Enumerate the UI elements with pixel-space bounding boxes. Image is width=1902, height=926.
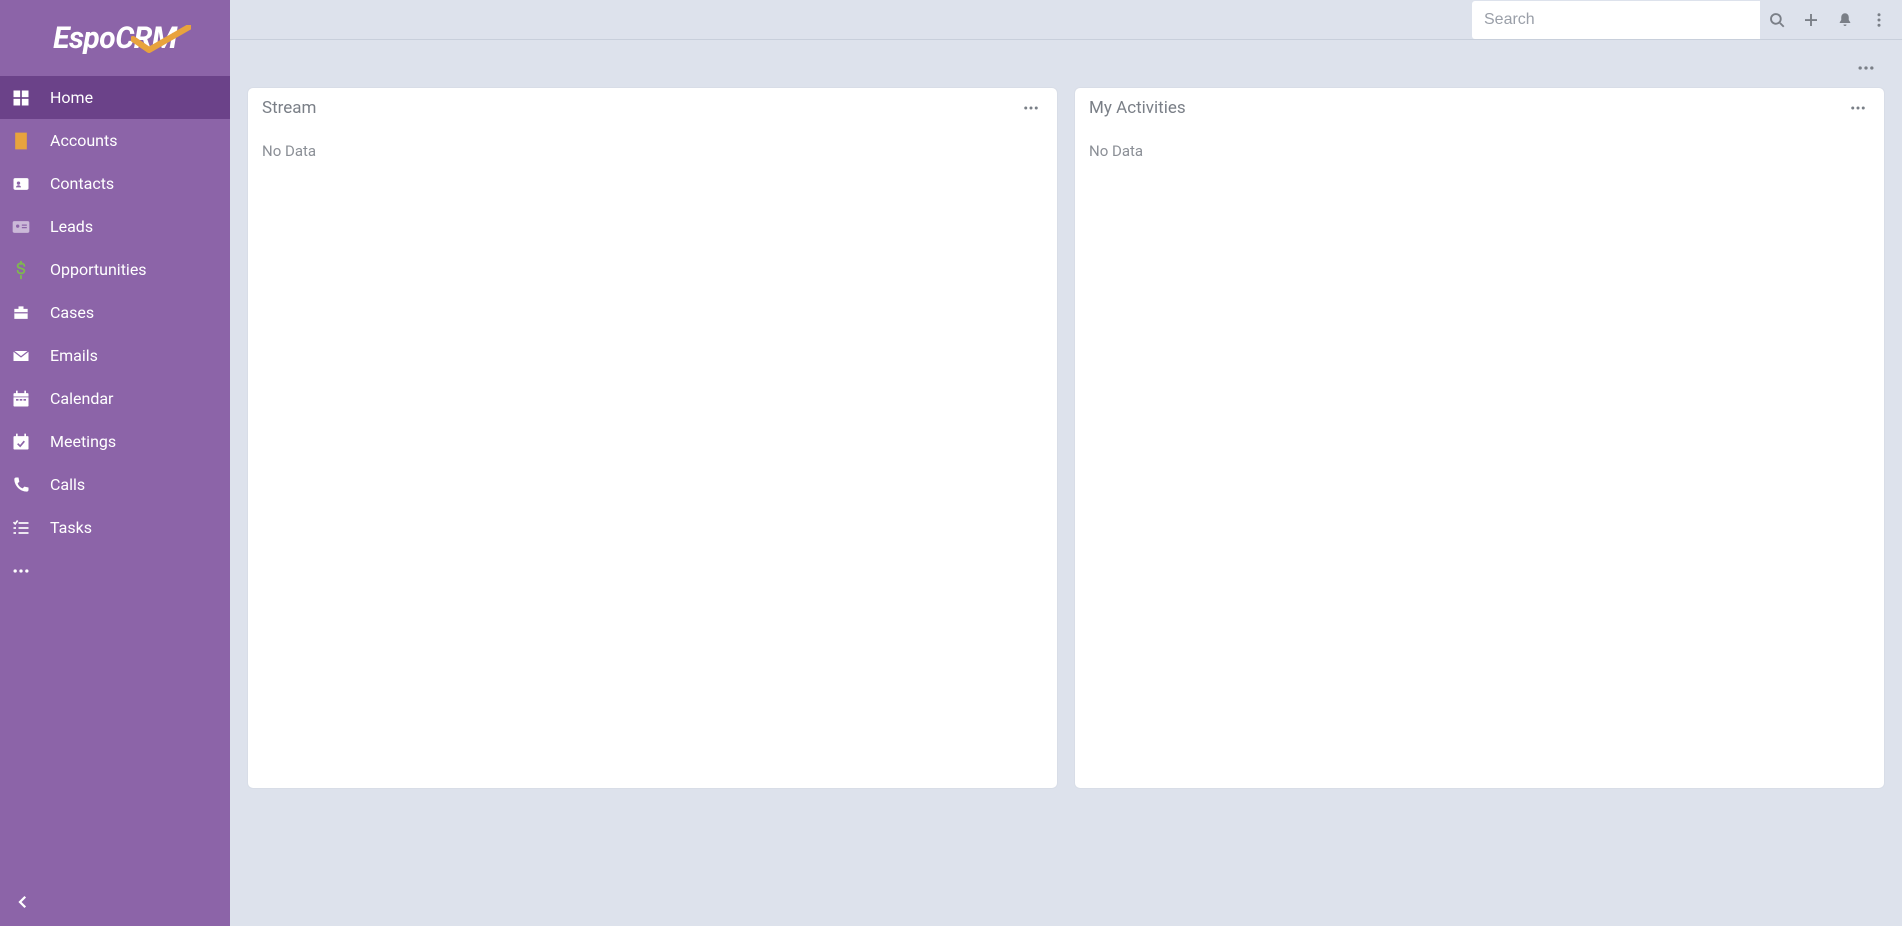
- sidebar-item-label: Contacts: [50, 174, 114, 193]
- brand-name: EspoCRM: [53, 21, 177, 56]
- sidebar-item-label: Opportunities: [50, 260, 147, 279]
- sidebar-item-label: Meetings: [50, 432, 116, 451]
- dashlet-body: No Data: [248, 128, 1057, 174]
- dollar-icon: [10, 259, 32, 281]
- sidebar-item-meetings[interactable]: Meetings: [0, 420, 230, 463]
- dashlets: Stream No Data My Activities No Data: [248, 88, 1884, 788]
- address-card-icon: [10, 216, 32, 238]
- nav: Home Accounts Contacts Leads Opportuniti…: [0, 76, 230, 592]
- content: Stream No Data My Activities No Data: [230, 40, 1902, 926]
- sidebar-item-label: Cases: [50, 303, 94, 322]
- sidebar-item-calls[interactable]: Calls: [0, 463, 230, 506]
- sidebar: EspoCRM Home Accounts Contacts: [0, 0, 230, 926]
- dashboard-options-button[interactable]: [1852, 56, 1880, 80]
- envelope-icon: [10, 345, 32, 367]
- quick-create-button[interactable]: [1794, 1, 1828, 39]
- topbar: [230, 0, 1902, 40]
- sidebar-item-label: Home: [50, 88, 93, 107]
- ellipsis-icon: [1856, 58, 1876, 78]
- ellipsis-icon: [1022, 99, 1040, 117]
- chevron-left-icon: [14, 893, 32, 911]
- search-button[interactable]: [1760, 1, 1794, 39]
- sidebar-item-cases[interactable]: Cases: [0, 291, 230, 334]
- plus-icon: [1802, 11, 1820, 29]
- sidebar-item-contacts[interactable]: Contacts: [0, 162, 230, 205]
- dashlet-options-button[interactable]: [1017, 96, 1045, 120]
- search-input[interactable]: [1472, 1, 1760, 39]
- sidebar-item-label: Calls: [50, 475, 85, 494]
- sidebar-item-label: Calendar: [50, 389, 113, 408]
- dashlet-title: Stream: [262, 98, 316, 118]
- ellipsis-icon: [10, 560, 32, 582]
- dashlet-my-activities: My Activities No Data: [1075, 88, 1884, 788]
- main: Stream No Data My Activities No Data: [230, 0, 1902, 926]
- sidebar-item-label: Leads: [50, 217, 93, 236]
- sidebar-item-label: Tasks: [50, 518, 92, 537]
- ellipsis-icon: [1849, 99, 1867, 117]
- dashlet-header: My Activities: [1075, 88, 1884, 128]
- vertical-dots-icon: [1870, 11, 1888, 29]
- calendar-check-icon: [10, 431, 32, 453]
- sidebar-item-tasks[interactable]: Tasks: [0, 506, 230, 549]
- sidebar-item-leads[interactable]: Leads: [0, 205, 230, 248]
- tasks-icon: [10, 517, 32, 539]
- dashlet-options-button[interactable]: [1844, 96, 1872, 120]
- dashlet-stream: Stream No Data: [248, 88, 1057, 788]
- collapse-sidebar-button[interactable]: [0, 878, 230, 926]
- notifications-button[interactable]: [1828, 1, 1862, 39]
- brand-logo[interactable]: EspoCRM: [0, 0, 230, 76]
- briefcase-icon: [10, 302, 32, 324]
- building-icon: [10, 130, 32, 152]
- bell-icon: [1836, 11, 1854, 29]
- sidebar-item-more[interactable]: [0, 549, 230, 592]
- dashlet-body: No Data: [1075, 128, 1884, 174]
- grid-icon: [10, 87, 32, 109]
- sidebar-item-accounts[interactable]: Accounts: [0, 119, 230, 162]
- dashboard-actions: [248, 40, 1884, 88]
- sidebar-item-emails[interactable]: Emails: [0, 334, 230, 377]
- dashlet-title: My Activities: [1089, 98, 1186, 118]
- menu-button[interactable]: [1862, 1, 1896, 39]
- dashlet-header: Stream: [248, 88, 1057, 128]
- calendar-icon: [10, 388, 32, 410]
- search-icon: [1768, 11, 1786, 29]
- id-card-icon: [10, 173, 32, 195]
- sidebar-item-label: Emails: [50, 346, 98, 365]
- sidebar-item-opportunities[interactable]: Opportunities: [0, 248, 230, 291]
- sidebar-item-calendar[interactable]: Calendar: [0, 377, 230, 420]
- sidebar-item-home[interactable]: Home: [0, 76, 230, 119]
- phone-icon: [10, 474, 32, 496]
- sidebar-item-label: Accounts: [50, 131, 117, 150]
